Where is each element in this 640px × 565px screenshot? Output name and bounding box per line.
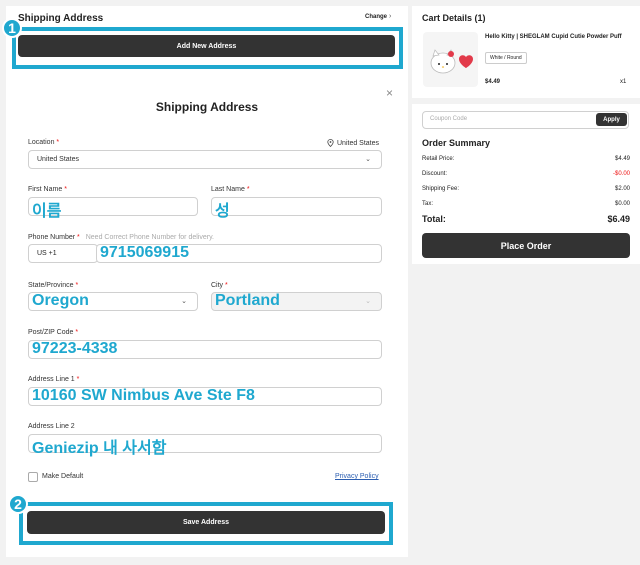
phone-label-text: Phone Number: [28, 234, 76, 241]
chevron-down-icon: ⌄: [181, 298, 187, 305]
map-pin-icon: [327, 139, 334, 147]
summary-value: $0.00: [614, 201, 630, 207]
summary-row-discount: Discount: -$0.00: [422, 171, 630, 177]
last-name-value: 성: [215, 203, 230, 220]
product-image-icon: [430, 49, 473, 74]
address1-value: 10160 SW Nimbus Ave Ste F8: [32, 387, 255, 404]
required-mark: *: [64, 186, 67, 193]
modal-title: Shipping Address: [155, 100, 259, 114]
coupon-placeholder: Coupon Code: [430, 116, 468, 122]
address2-label-text: Address Line 2: [28, 423, 75, 430]
summary-value: $4.49: [614, 156, 630, 162]
required-mark: *: [246, 186, 250, 193]
required-mark: *: [76, 376, 80, 383]
location-hint: United States: [327, 139, 379, 147]
zip-input[interactable]: 97223-4338: [28, 340, 382, 359]
save-address-button[interactable]: Save Address: [27, 511, 385, 534]
first-name-value: 이름: [32, 203, 62, 220]
state-value: Oregon: [32, 292, 89, 309]
make-default-checkbox[interactable]: [28, 472, 38, 482]
location-value: United States: [37, 156, 80, 163]
apply-coupon-button[interactable]: Apply: [596, 113, 627, 126]
state-select[interactable]: Oregon ⌄: [28, 292, 198, 311]
address1-label-text: Address Line 1: [28, 376, 75, 383]
location-select[interactable]: United States ⌄: [28, 150, 382, 169]
phone-label: Phone Number * Need Correct Phone Number…: [28, 234, 214, 241]
first-name-label-text: First Name: [28, 186, 63, 193]
location-hint-text: United States: [337, 139, 380, 147]
add-new-address-button[interactable]: Add New Address: [18, 35, 395, 57]
zip-label-text: Post/ZIP Code: [28, 329, 74, 336]
required-mark: *: [225, 282, 228, 289]
product-price: $4.49: [485, 79, 501, 85]
chevron-right-icon: ›: [389, 13, 392, 20]
last-name-input[interactable]: 성: [211, 197, 382, 220]
summary-row-shipping: Shipping Fee: $2.00: [422, 186, 630, 192]
summary-label: Tax:: [422, 201, 434, 207]
summary-row-total: Total: $6.49: [422, 214, 630, 224]
first-name-input[interactable]: 이름: [28, 197, 198, 220]
required-mark: *: [75, 282, 79, 289]
required-mark: *: [56, 139, 60, 146]
address1-label: Address Line 1 *: [28, 376, 79, 383]
address2-value: Geniezip 내 사서함: [32, 440, 167, 457]
summary-label: Discount:: [422, 171, 448, 177]
phone-value: 9715069915: [100, 244, 189, 261]
make-default-label: Make Default: [42, 473, 84, 480]
first-name-label: First Name *: [28, 186, 67, 193]
state-label: State/Province *: [28, 282, 78, 289]
place-order-button[interactable]: Place Order: [422, 233, 630, 258]
variant-badge: White / Round: [485, 52, 527, 64]
step-badge-1: 1: [2, 18, 22, 38]
total-value: $6.49: [607, 214, 630, 224]
product-thumbnail[interactable]: [423, 32, 478, 87]
privacy-policy-link[interactable]: Privacy Policy: [335, 473, 379, 480]
shipping-address-heading: Shipping Address: [18, 13, 104, 24]
last-name-label-text: Last Name: [211, 186, 245, 193]
address2-input[interactable]: Geniezip 내 사서함: [28, 434, 382, 457]
phone-input[interactable]: 9715069915: [96, 244, 382, 263]
state-label-text: State/Province: [28, 282, 74, 289]
city-select[interactable]: Portland ⌄: [211, 292, 382, 311]
phone-prefix-select[interactable]: US +1: [28, 244, 98, 263]
change-link[interactable]: Change: [365, 14, 387, 20]
location-label: Location *: [28, 139, 59, 146]
product-name[interactable]: Hello Kitty | SHEGLAM Cupid Cutie Powder…: [485, 33, 631, 42]
phone-hint: Need Correct Phone Number for delivery.: [85, 234, 214, 241]
chevron-down-icon: ⌄: [365, 298, 371, 305]
summary-label: Shipping Fee:: [422, 186, 460, 192]
required-mark: *: [77, 234, 80, 241]
total-label: Total:: [422, 214, 446, 224]
last-name-label: Last Name *: [211, 186, 250, 193]
zip-value: 97223-4338: [32, 340, 118, 357]
zip-label: Post/ZIP Code *: [28, 329, 78, 336]
summary-value: -$0.00: [612, 171, 630, 177]
city-label-text: City: [211, 282, 224, 289]
location-label-text: Location: [28, 139, 55, 146]
summary-label: Retail Price:: [422, 156, 455, 162]
step-badge-2: 2: [8, 494, 28, 514]
city-label: City *: [211, 282, 228, 289]
order-summary-title: Order Summary: [422, 138, 491, 148]
summary-row-tax: Tax: $0.00: [422, 201, 630, 207]
phone-prefix-value: US +1: [37, 250, 57, 257]
city-value: Portland: [215, 292, 280, 309]
summary-value: $2.00: [614, 186, 630, 192]
required-mark: *: [75, 329, 79, 336]
summary-row-retail: Retail Price: $4.49: [422, 156, 630, 162]
close-icon[interactable]: ×: [386, 86, 393, 100]
chevron-down-icon: ⌄: [365, 156, 371, 163]
address2-label: Address Line 2: [28, 423, 75, 430]
address1-input[interactable]: 10160 SW Nimbus Ave Ste F8: [28, 387, 382, 406]
product-quantity: x1: [620, 79, 627, 85]
cart-details-title: Cart Details (1): [422, 13, 486, 23]
